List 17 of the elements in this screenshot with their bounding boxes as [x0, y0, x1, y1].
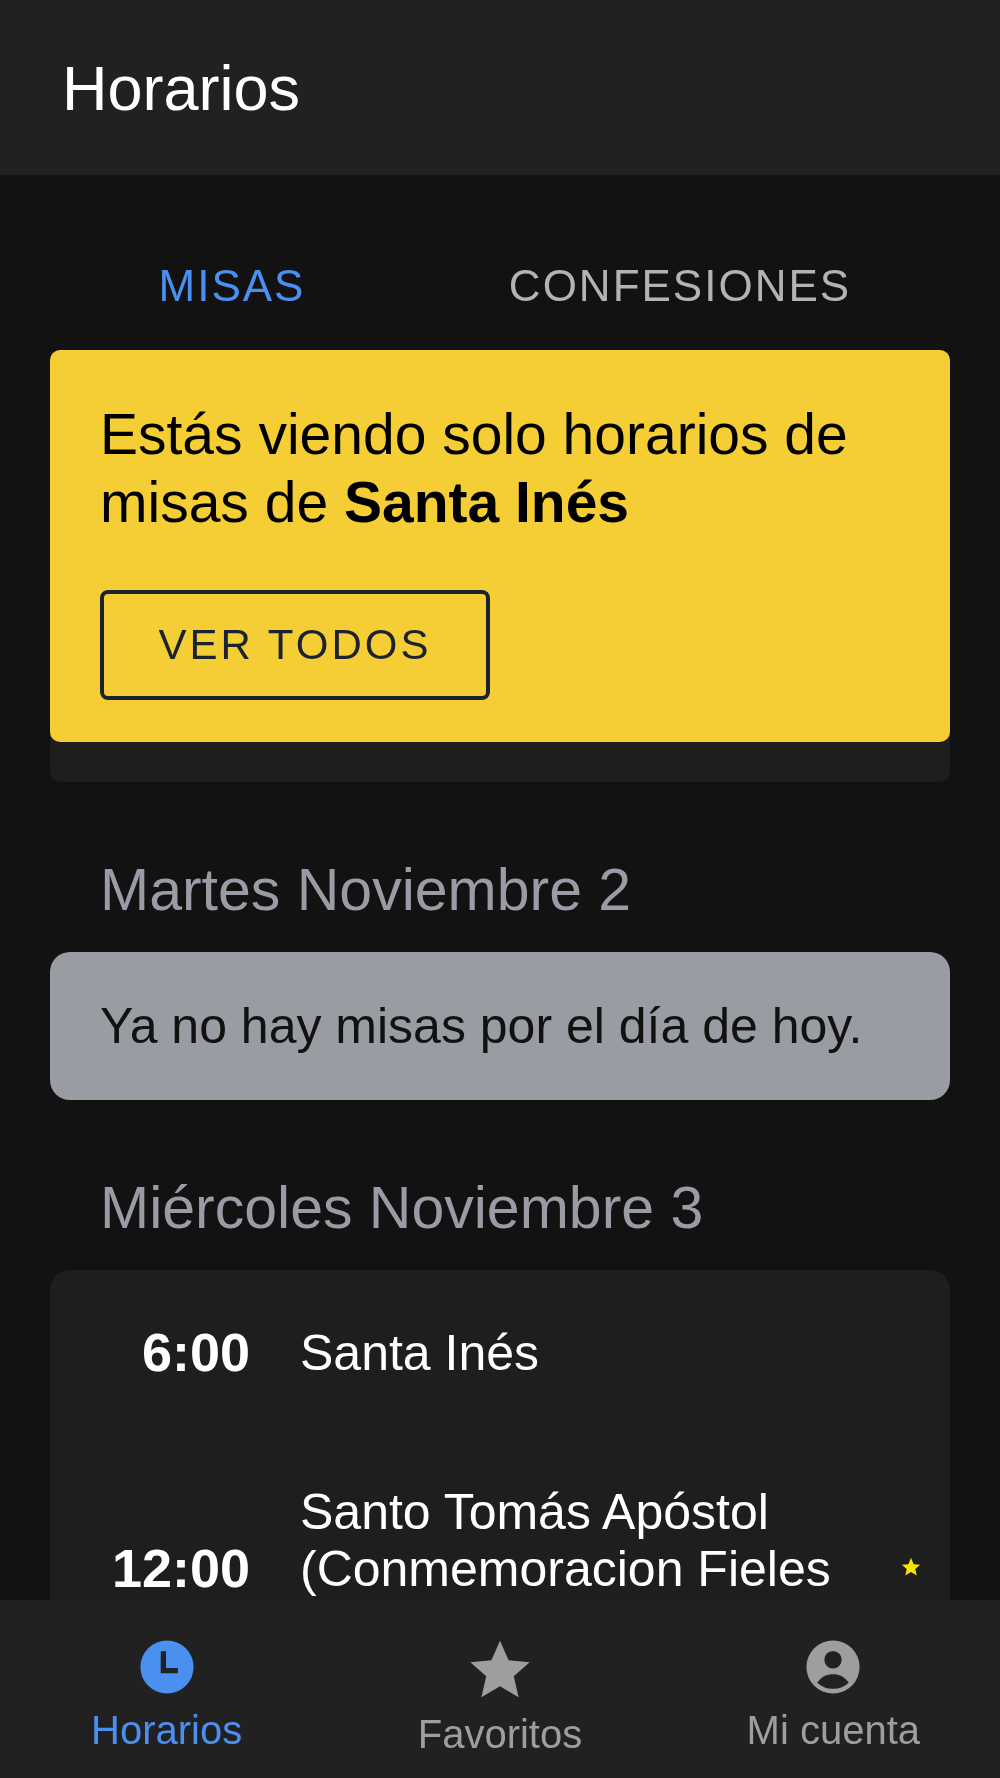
nav-item[interactable]: Favoritos [333, 1600, 667, 1778]
account-icon [804, 1638, 863, 1696]
app-title: Horarios [62, 51, 301, 124]
church-name: Santa Inés [300, 1325, 541, 1382]
tab[interactable]: MISAS [8, 175, 456, 350]
church-name: Santo Tomás Apóstol (Conmemoracion Fieles [300, 1484, 832, 1598]
tab[interactable]: CONFESIONES [456, 175, 904, 350]
mass-time: 6:00 [140, 1322, 250, 1382]
banner-text: Estás viendo solo horarios de misas de Santa Inés [100, 401, 849, 536]
mass-time: 12:00 [110, 1538, 250, 1598]
day-heading: Martes Noviembre 2 [99, 856, 633, 925]
empty-day-message: Ya no hay misas por el día de hoy. [50, 952, 950, 1100]
nav-item[interactable]: Mi cuenta [666, 1600, 1000, 1778]
nav-item[interactable]: Horarios [0, 1600, 334, 1778]
clock-icon [137, 1638, 196, 1696]
day-heading: Miércoles Noviembre 3 [99, 1174, 705, 1243]
view-all-button[interactable]: VER TODOS [100, 590, 490, 700]
